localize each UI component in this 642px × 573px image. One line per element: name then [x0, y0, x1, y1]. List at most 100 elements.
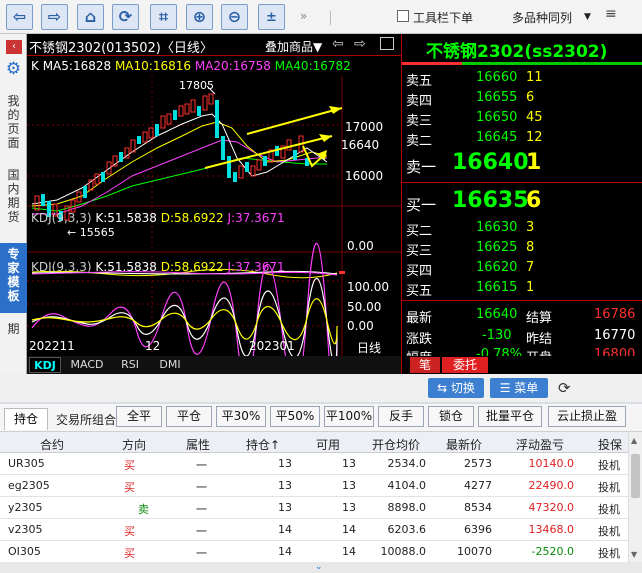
- reverse-button[interactable]: 反手: [378, 406, 424, 427]
- cell-open: 6203.6: [387, 523, 427, 536]
- batch-close-button[interactable]: 批量平仓: [478, 406, 542, 427]
- price-tick-current: 16640: [341, 138, 380, 152]
- cell-dir: 卖: [138, 503, 149, 516]
- cell-dir: 买: [124, 547, 135, 560]
- cell-contract: UR305: [8, 457, 45, 470]
- table-row[interactable]: eg2305 买 一 13 13 4104.0 4277 22490.0 投机: [0, 475, 628, 497]
- ma40-line: [31, 157, 327, 212]
- tab-holdings[interactable]: 持仓: [4, 408, 48, 430]
- col-hedge[interactable]: 投保: [598, 436, 622, 453]
- cell-contract: eg2305: [8, 479, 50, 492]
- zoom-out-icon[interactable]: ⊖: [221, 4, 248, 30]
- kline-chart[interactable]: 不锈钢2302(013502)〈日线〉 叠加商品▼ ⇦ ⇨ K MA5:1682…: [27, 34, 401, 356]
- ask5-vol: 11: [526, 70, 543, 85]
- tab-kdj[interactable]: KDJ: [29, 357, 61, 373]
- prev-icon[interactable]: ⇦: [332, 36, 344, 52]
- stat-prev-settle-label: 昨结: [526, 332, 553, 347]
- collapse-icon[interactable]: ‹: [6, 40, 22, 54]
- col-attribute[interactable]: 属性: [186, 436, 210, 453]
- col-available[interactable]: 可用: [316, 436, 340, 453]
- refresh-icon[interactable]: ⟳: [112, 4, 139, 30]
- tab-ticks[interactable]: 笔: [410, 357, 440, 373]
- kdj2-legend: KDJ(9,3,3) K:51.5838 D:58.6922 J:37.3671: [31, 260, 285, 274]
- bid2-vol: 3: [526, 220, 535, 235]
- col-last[interactable]: 最新价: [446, 436, 482, 453]
- toolbar-order-label: 工具栏下单: [413, 11, 474, 25]
- more-icon[interactable]: »: [300, 9, 307, 23]
- close-100-button[interactable]: 平100%: [324, 406, 374, 427]
- bid3-vol: 8: [526, 240, 535, 255]
- switch-button[interactable]: ⇆ 切换: [428, 378, 484, 398]
- toolbar-order-checkbox[interactable]: [397, 10, 409, 22]
- back-icon[interactable]: ⇦: [6, 4, 33, 30]
- tab-expert-template[interactable]: 专家模板: [0, 243, 27, 313]
- next-icon[interactable]: ⇨: [354, 36, 366, 52]
- chevron-down-icon[interactable]: ▼: [584, 12, 591, 22]
- scroll-thumb[interactable]: [631, 454, 640, 498]
- cloud-stop-button[interactable]: 云止损止盈: [548, 406, 626, 427]
- tab-domestic-futures[interactable]: 国内期货: [0, 168, 27, 228]
- ask5-label: 卖五: [406, 74, 433, 89]
- close-30-button[interactable]: 平30%: [216, 406, 266, 427]
- zoom-in-icon[interactable]: ⊕: [186, 4, 213, 30]
- close-button[interactable]: 平仓: [166, 406, 212, 427]
- col-pnl[interactable]: 浮动盈亏: [516, 436, 564, 453]
- scroll-up-icon[interactable]: ▲: [631, 436, 637, 445]
- tab-orders[interactable]: 委托: [442, 357, 488, 373]
- gear-icon[interactable]: ⚙: [4, 60, 23, 79]
- cell-dir: 买: [124, 525, 135, 538]
- ask3-label: 卖三: [406, 114, 433, 129]
- col-position[interactable]: 持仓↑: [246, 436, 280, 453]
- position-tabs: 持仓 交易所组合: [0, 404, 642, 432]
- col-open-avg[interactable]: 开仓均价: [372, 436, 420, 453]
- ask2-vol: 12: [526, 130, 543, 145]
- cell-last: 4277: [464, 479, 492, 492]
- tab-macd[interactable]: MACD: [67, 357, 107, 373]
- forward-icon[interactable]: ⇨: [41, 4, 68, 30]
- cell-pnl: -2520.0: [531, 545, 574, 558]
- col-direction[interactable]: 方向: [122, 436, 146, 453]
- table-row[interactable]: OI305 买 一 14 14 10088.0 10070 -2520.0 投机: [0, 541, 628, 563]
- bid3-label: 买三: [406, 244, 433, 259]
- table-row[interactable]: UR305 买 一 13 13 2534.0 2573 10140.0 投机: [0, 453, 628, 475]
- grid-icon[interactable]: [380, 37, 394, 50]
- home-icon[interactable]: ⌂: [77, 4, 104, 30]
- crop-icon[interactable]: ⌗: [150, 4, 177, 30]
- date-label: 202301: [249, 339, 295, 353]
- menu-button[interactable]: ☰ 菜单: [490, 378, 548, 398]
- scrollbar[interactable]: ▲ ▼: [628, 432, 642, 562]
- cell-last: 10070: [457, 545, 492, 558]
- lock-button[interactable]: 锁仓: [428, 406, 474, 427]
- kdj2-tick: 50.00: [347, 300, 382, 314]
- cell-type: 投机: [598, 459, 620, 472]
- close-all-button[interactable]: 全平: [116, 406, 162, 427]
- menu-icon[interactable]: ≡: [605, 6, 617, 22]
- cell-type: 投机: [598, 547, 620, 560]
- layout-dropdown[interactable]: 多品种同列: [512, 9, 572, 26]
- cell-open: 8898.0: [387, 501, 427, 514]
- quote-panel: 不锈钢2302(ss2302) 卖五 16660 11 卖四 16655 6 卖…: [401, 34, 642, 374]
- ma-legend: K MA5:16828 MA10:16816 MA20:16758 MA40:1…: [31, 59, 351, 73]
- close-50-button[interactable]: 平50%: [270, 406, 320, 427]
- cell-pos: 14: [278, 545, 292, 558]
- bid4-label: 买四: [406, 264, 433, 279]
- scroll-down-icon[interactable]: ▼: [631, 550, 637, 559]
- ask3-vol: 45: [526, 110, 543, 125]
- tab-rsi[interactable]: RSI: [113, 357, 147, 373]
- table-row[interactable]: y2305 卖 一 13 13 8898.0 8534 47320.0 投机: [0, 497, 628, 519]
- kdj1-name: KDJ(9,3,3): [31, 211, 92, 225]
- tab-dmi[interactable]: DMI: [153, 357, 187, 373]
- refresh-icon[interactable]: ⟳: [558, 379, 571, 397]
- chevron-down-icon[interactable]: ⌄: [315, 562, 323, 572]
- divider: [27, 55, 401, 56]
- low-price-label: ← 15565: [67, 226, 115, 239]
- overlay-button[interactable]: 叠加商品▼: [265, 38, 322, 55]
- table-row[interactable]: v2305 买 一 14 14 6203.6 6396 13468.0 投机: [0, 519, 628, 541]
- tab-my-page[interactable]: 我的页面: [0, 94, 27, 154]
- tab-more[interactable]: 期: [0, 322, 27, 342]
- period-label[interactable]: 日线: [357, 339, 381, 356]
- tab-exchange-combo[interactable]: 交易所组合: [56, 411, 116, 428]
- calculator-icon[interactable]: ±: [258, 4, 285, 30]
- col-contract[interactable]: 合约: [40, 436, 64, 453]
- cell-avail: 13: [342, 501, 356, 514]
